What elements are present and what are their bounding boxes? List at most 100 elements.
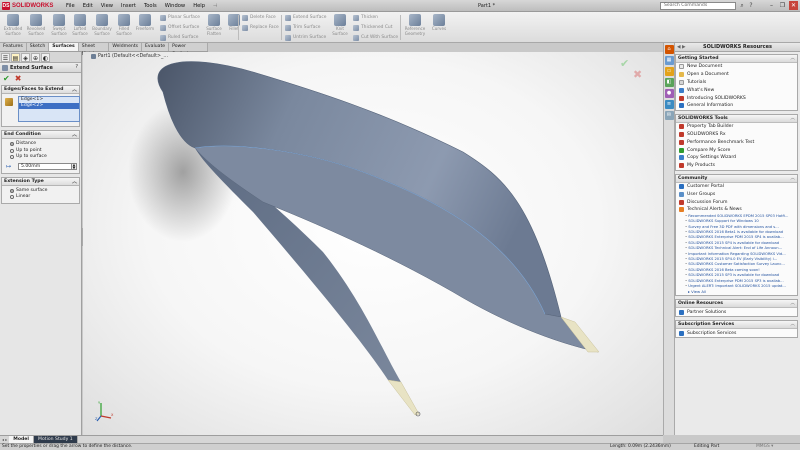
tab-evaluate[interactable]: Evaluate xyxy=(142,43,170,51)
distance-spinner[interactable]: ▲ ▼ xyxy=(72,163,77,170)
solidworks-tools-header[interactable]: SOLIDWORKS Tools ︿ xyxy=(676,114,797,123)
tab-sketch[interactable]: Sketch xyxy=(27,43,50,51)
collapse-icon[interactable]: ︿ xyxy=(790,175,795,183)
help-icon[interactable]: ? xyxy=(747,2,755,10)
thickened-cut-button[interactable]: Thickened Cut xyxy=(353,23,392,32)
user-groups-link[interactable]: User Groups xyxy=(676,190,797,198)
search-commands-input[interactable]: Search Commands xyxy=(660,2,736,10)
partner-solutions-link[interactable]: Partner Solutions xyxy=(676,308,797,316)
design-library-tab-icon[interactable]: ▦ xyxy=(664,56,674,65)
replace-face-button[interactable]: Replace Face xyxy=(242,23,279,32)
collapse-icon[interactable]: ︿ xyxy=(790,321,795,329)
untrim-surface-button[interactable]: Untrim Surface xyxy=(285,33,326,42)
introducing-solidworks-link[interactable]: Introducing SOLIDWORKS xyxy=(676,94,797,102)
left-extension-preview[interactable] xyxy=(387,379,420,416)
reference-geometry-button[interactable]: Reference Geometry xyxy=(403,13,427,42)
getting-started-header[interactable]: Getting Started ︿ xyxy=(676,55,797,63)
extruded-surface-button[interactable]: Extruded Surface xyxy=(2,13,24,42)
knit-surface-button[interactable]: Knit Surface xyxy=(329,13,351,42)
menu-insert[interactable]: Insert xyxy=(117,0,140,12)
boundary-surface-button[interactable]: Boundary Surface xyxy=(91,13,113,42)
news-item[interactable]: SOLIDWORKS Enterprise PDM 2015 SP4 is av… xyxy=(676,235,797,240)
view-palette-tab-icon[interactable]: ◧ xyxy=(664,78,674,87)
collapse-icon[interactable]: ︿ xyxy=(72,178,77,186)
list-item[interactable]: Edge<2> xyxy=(19,103,79,109)
tutorials-link[interactable]: Tutorials xyxy=(676,79,797,87)
property-manager-icon[interactable]: ▤ xyxy=(11,53,20,62)
tab-weldments[interactable]: Weldments xyxy=(109,43,143,51)
my-products-link[interactable]: My Products xyxy=(676,162,797,170)
feature-tree-icon[interactable]: ☰ xyxy=(1,53,10,62)
curves-button[interactable]: Curves xyxy=(428,13,450,42)
new-document-link[interactable]: New Document xyxy=(676,63,797,71)
offset-surface-button[interactable]: Offset Surface xyxy=(160,23,199,32)
unit-system-selector[interactable]: MMGS ▾ xyxy=(756,444,773,450)
radio-button[interactable] xyxy=(10,155,14,160)
collapse-icon[interactable]: ︿ xyxy=(72,131,77,139)
graphics-area[interactable]: Part1 (Default<<Default>_... ✔ ✖ Y X Z xyxy=(83,52,663,435)
menu-tools[interactable]: Tools xyxy=(140,0,161,12)
collapse-icon[interactable]: ︿ xyxy=(790,55,795,63)
thicken-button[interactable]: Thicken xyxy=(353,13,378,22)
open-document-link[interactable]: Open a Document xyxy=(676,71,797,79)
compare-my-score-link[interactable]: Compare My Score xyxy=(676,146,797,154)
radio-button[interactable] xyxy=(10,195,14,200)
task-pane-nav-icon[interactable]: ◀ ▶ xyxy=(677,43,686,52)
menu-help[interactable]: Help xyxy=(189,0,209,12)
cut-with-surface-button[interactable]: Cut With Surface xyxy=(353,33,398,42)
menu-window[interactable]: Window xyxy=(161,0,189,12)
copy-settings-wizard-link[interactable]: Copy Settings Wizard xyxy=(676,154,797,162)
radio-up-to-surface[interactable]: Up to surface xyxy=(4,154,77,161)
trim-surface-button[interactable]: Trim Surface xyxy=(285,23,320,32)
lofted-surface-button[interactable]: Lofted Surface xyxy=(69,13,91,42)
online-resources-header[interactable]: Online Resources ︿ xyxy=(676,300,797,309)
close-window-button[interactable]: ✕ xyxy=(789,1,798,10)
ok-button[interactable]: ✔ xyxy=(3,74,10,83)
community-header[interactable]: Community ︿ xyxy=(676,174,797,183)
forum-tab-icon[interactable]: ✉ xyxy=(664,111,674,120)
minimize-button[interactable]: – xyxy=(767,1,776,10)
solidworks-logo[interactable]: DS SOLIDWORKS xyxy=(2,1,53,11)
tab-surfaces[interactable]: Surfaces xyxy=(49,43,79,51)
confirm-ok-icon[interactable]: ✔ xyxy=(620,57,629,70)
appearances-tab-icon[interactable]: ● xyxy=(664,89,674,98)
technical-alerts-link[interactable]: Technical Alerts & News xyxy=(676,206,797,214)
planar-surface-button[interactable]: Planar Surface xyxy=(160,13,200,22)
edge-selection-list[interactable]: Edge<1> Edge<2> xyxy=(18,96,80,122)
performance-benchmark-link[interactable]: Performance Benchmark Test xyxy=(676,138,797,146)
pin-icon[interactable]: ⊣ xyxy=(209,0,222,12)
collapse-icon[interactable]: ︿ xyxy=(790,300,795,308)
news-item[interactable]: SOLIDWORKS 2015 SP3 is available for dow… xyxy=(676,273,797,278)
cancel-button[interactable]: ✖ xyxy=(15,74,22,83)
ruled-surface-button[interactable]: Ruled Surface xyxy=(160,33,198,42)
property-tab-builder-link[interactable]: Property Tab Builder xyxy=(676,123,797,131)
tab-power-surfacing[interactable]: Power Surfacing xyxy=(169,43,208,57)
swept-surface-button[interactable]: Swept Surface xyxy=(48,13,70,42)
tab-scroll-arrows[interactable]: ◂ ▸ xyxy=(0,437,9,442)
surface-flatten-button[interactable]: Surface Flatten xyxy=(203,13,225,42)
display-manager-icon[interactable]: ◐ xyxy=(41,53,50,62)
menu-view[interactable]: View xyxy=(97,0,117,12)
resources-tab-icon[interactable]: ⌂ xyxy=(664,45,674,54)
restore-button[interactable]: ❐ xyxy=(778,1,787,10)
filled-surface-button[interactable]: Filled Surface xyxy=(113,13,135,42)
whats-new-link[interactable]: What's New xyxy=(676,86,797,94)
radio-button[interactable] xyxy=(10,148,14,153)
configuration-manager-icon[interactable]: ◈ xyxy=(21,53,30,62)
custom-properties-tab-icon[interactable]: ≡ xyxy=(664,100,674,109)
surface-model[interactable] xyxy=(83,52,663,435)
tab-motion-study[interactable]: Motion Study 1 xyxy=(34,436,78,443)
tab-sheet-metal[interactable]: Sheet Metal xyxy=(79,43,110,57)
view-all-link[interactable]: ▸ View All xyxy=(676,289,797,295)
radio-button-selected[interactable] xyxy=(10,142,14,147)
delete-face-button[interactable]: Delete Face xyxy=(242,13,276,22)
news-item[interactable]: SOLIDWORKS Technical Alert: End of Life … xyxy=(676,246,797,251)
edges-faces-group-header[interactable]: Edges/Faces to Extend ︿ xyxy=(2,86,79,94)
distance-input[interactable]: 5.00mm xyxy=(18,163,72,170)
dimxpert-icon[interactable]: ⊕ xyxy=(31,53,40,62)
help-icon[interactable]: ? xyxy=(75,64,78,70)
revolved-surface-button[interactable]: Revolved Surface xyxy=(25,13,47,42)
customer-portal-link[interactable]: Customer Portal xyxy=(676,183,797,191)
feature-tree-flyout[interactable]: Part1 (Default<<Default>_... xyxy=(91,54,168,59)
subscription-services-link[interactable]: Subscription Services xyxy=(676,329,797,337)
